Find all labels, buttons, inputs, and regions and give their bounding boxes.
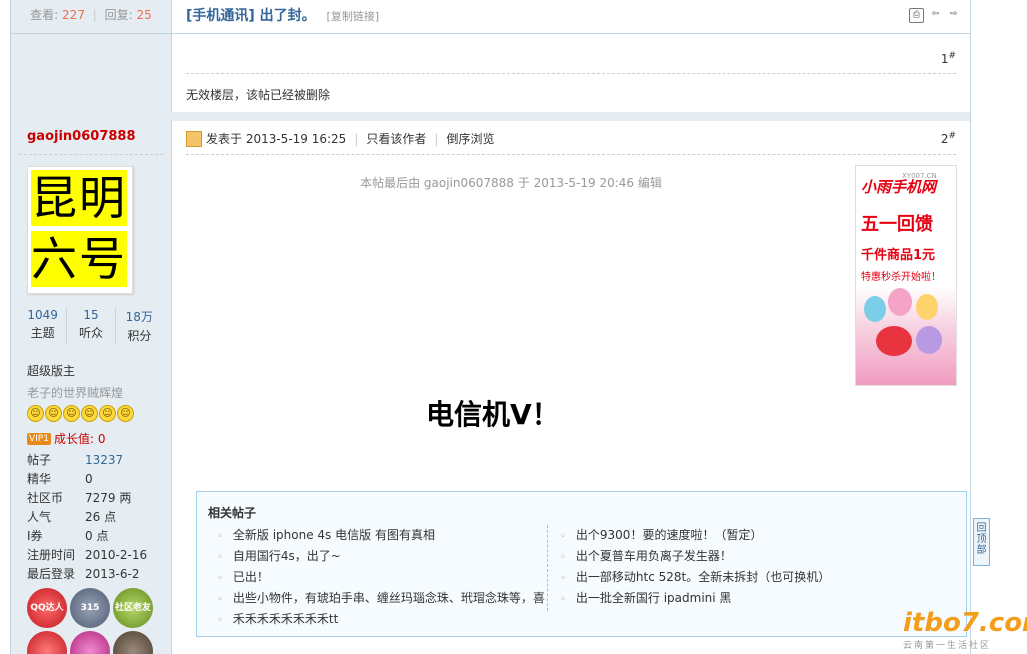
user-stats: 1049 主题 15 听众 18万 积分 xyxy=(19,308,163,344)
related-item[interactable]: 出些小物件，有琥珀手串、缠丝玛瑙念珠、玳瑁念珠等，喜 xyxy=(213,588,553,609)
related-item[interactable]: 全新版 iphone 4s 电信版 有图有真相 xyxy=(213,525,553,546)
thread-title-text[interactable]: [手机通讯] 出了封。 xyxy=(186,8,316,24)
replies-label: 回复: xyxy=(104,8,133,22)
related-item[interactable]: 出一部移动htc 528t。全新未拆封（也可换机） xyxy=(556,567,896,588)
stat-points[interactable]: 18万 积分 xyxy=(116,308,163,344)
avatar-text-2: 六号 xyxy=(31,231,127,287)
ad-banner[interactable]: 小雨手机网 XY007.CN 五一回馈 千件商品1元 特惠秒杀开始啦！ xyxy=(855,165,957,386)
medal-315-icon[interactable]: 315 xyxy=(70,588,110,628)
related-item[interactable]: 出一批全新国行 ipadmini 黑 xyxy=(556,588,896,609)
floor-number-2[interactable]: 2# xyxy=(941,131,956,146)
prev-thread-icon[interactable]: ⇦ xyxy=(929,8,942,21)
views-count: 227 xyxy=(62,8,85,22)
smiley-icon: ☺ xyxy=(81,405,98,422)
thread-title: [手机通讯] 出了封。 [复制链接] xyxy=(186,5,379,25)
balloon-icon xyxy=(864,296,886,322)
profile-row: I券 0 点 xyxy=(27,529,109,543)
smiley-icon: ☺ xyxy=(27,405,44,422)
balloon-icon xyxy=(888,288,912,316)
related-item[interactable]: 出个夏普车用负离子发生器！ xyxy=(556,546,896,567)
profile-row: 最后登录 2013-6-2 xyxy=(27,567,140,581)
balloon-icon xyxy=(916,326,942,354)
stat-topics[interactable]: 1049 主题 xyxy=(19,308,68,344)
heart-icon xyxy=(876,326,912,356)
site-watermark: itbo7.com 云南第一生活社区 xyxy=(903,608,1027,651)
rank-stars: ☺ ☺ ☺ ☺ ☺ ☺ xyxy=(27,405,134,422)
related-item[interactable]: 已出！ xyxy=(213,567,553,588)
next-thread-icon[interactable]: ⇨ xyxy=(947,8,960,21)
vip-badge-icon[interactable]: VIP1 xyxy=(27,432,51,445)
related-left: 全新版 iphone 4s 电信版 有图有真相 自用国行4s，出了~ 已出！ 出… xyxy=(213,525,553,630)
medals-row-2 xyxy=(27,631,153,654)
profile-row: 精华 0 xyxy=(27,472,93,486)
medal-friend-icon[interactable]: 社区老友 xyxy=(113,588,153,628)
thread-stats: 查看: 227 | 回复: 25 xyxy=(30,8,152,22)
user-sidebar: 查看: 227 | 回复: 25 gaojin0607888 昆明 六号 104… xyxy=(11,0,172,654)
avatar[interactable]: 昆明 六号 xyxy=(27,166,133,294)
related-title: 相关帖子 xyxy=(208,506,257,520)
medals: QQ达人 315 社区老友 xyxy=(27,588,153,628)
post-meta: 发表于 2013-5-19 16:25 | 只看该作者 | 倒序浏览 xyxy=(186,130,494,147)
copy-link-button[interactable]: [复制链接] xyxy=(327,10,380,23)
smiley-icon: ☺ xyxy=(45,405,62,422)
post-body: 电信机V！ xyxy=(426,398,560,431)
medal-icon[interactable] xyxy=(27,631,67,654)
user-rank[interactable]: 超级版主 xyxy=(27,362,75,379)
divider xyxy=(186,154,956,155)
deleted-message: 无效楼层，该帖已经被删除 xyxy=(186,88,331,102)
smiley-icon: ☺ xyxy=(99,405,116,422)
related-right: 出个9300！要的速度啦！（暂定） 出个夏普车用负离子发生器！ 出一部移动htc… xyxy=(556,525,896,609)
profile-row: 帖子 13237 xyxy=(27,453,124,467)
divider xyxy=(547,525,548,611)
profile-row: 注册时间 2010-2-16 xyxy=(27,548,148,562)
replies-count: 25 xyxy=(136,8,152,22)
divider xyxy=(186,73,956,74)
smiley-icon: ☺ xyxy=(63,405,80,422)
avatar-text-1: 昆明 xyxy=(31,170,127,226)
thread-frame: 查看: 227 | 回复: 25 gaojin0607888 昆明 六号 104… xyxy=(10,0,971,654)
divider xyxy=(11,33,970,34)
growth-value: VIP1 成长值: 0 xyxy=(27,432,106,446)
medal-qq-icon[interactable]: QQ达人 xyxy=(27,588,67,628)
user-profile-list: 帖子 13237 精华 0 社区币 7279 两 人气 26 点 I券 0 点 注册时间 2… xyxy=(27,451,147,584)
online-status-icon xyxy=(186,130,202,147)
only-author-link[interactable]: 只看该作者 xyxy=(366,130,426,147)
views-label: 查看: xyxy=(30,8,59,22)
floor-separator xyxy=(11,112,970,121)
profile-row: 社区币 7279 两 xyxy=(27,491,132,505)
balloon-icon xyxy=(916,294,938,320)
medal-icon[interactable] xyxy=(70,631,110,654)
back-to-top-button[interactable]: 回顶部 xyxy=(973,518,990,566)
smiley-icon: ☺ xyxy=(117,405,134,422)
related-item[interactable]: 禾禾禾禾禾禾禾禾tt xyxy=(213,609,553,630)
floor-number-1[interactable]: 1# xyxy=(941,51,956,66)
related-item[interactable]: 出个9300！要的速度啦！（暂定） xyxy=(556,525,896,546)
edit-note: 本帖最后由 gaojin0607888 于 2013-5-19 20:46 编辑 xyxy=(360,176,662,190)
stat-listeners[interactable]: 15 听众 xyxy=(67,308,116,344)
author-name[interactable]: gaojin0607888 xyxy=(27,129,136,144)
user-motto: 老子的世界贼辉煌 xyxy=(27,386,124,400)
medal-icon[interactable] xyxy=(113,631,153,654)
related-posts: 相关帖子 全新版 iphone 4s 电信版 有图有真相 自用国行4s，出了~ … xyxy=(196,491,967,637)
thread-tools: ⎙ ⇦ ⇨ xyxy=(909,8,960,23)
post-time: 发表于 2013-5-19 16:25 xyxy=(206,132,347,146)
divider xyxy=(19,154,163,155)
reverse-order-link[interactable]: 倒序浏览 xyxy=(446,130,494,147)
print-icon[interactable]: ⎙ xyxy=(909,8,924,23)
post-area: [手机通讯] 出了封。 [复制链接] ⎙ ⇦ ⇨ 1# 无效楼层，该帖已经被删除… xyxy=(172,0,970,654)
related-item[interactable]: 自用国行4s，出了~ xyxy=(213,546,553,567)
profile-row: 人气 26 点 xyxy=(27,510,117,524)
